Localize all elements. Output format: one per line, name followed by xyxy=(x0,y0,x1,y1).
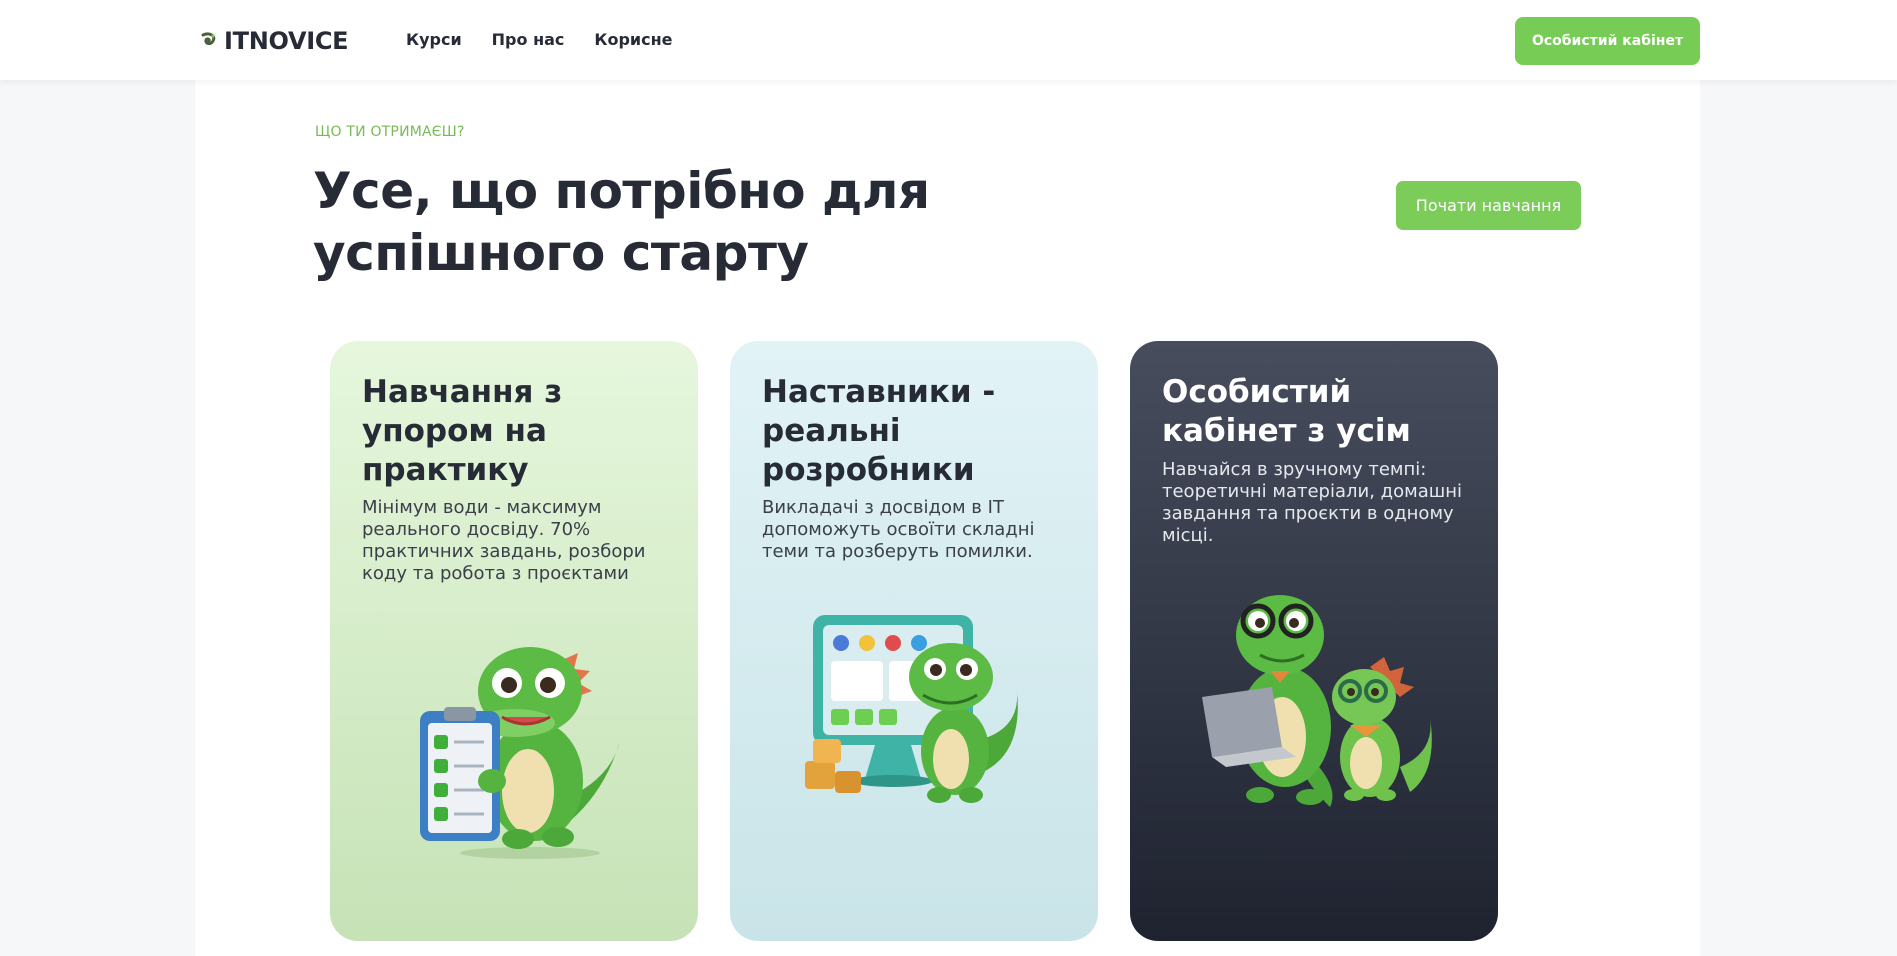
nav-item-courses[interactable]: Курси xyxy=(406,28,462,52)
dino-checklist-icon xyxy=(420,647,620,859)
nav-item-useful[interactable]: Корисне xyxy=(594,28,672,52)
section-eyebrow: ЩО ТИ ОТРИМАЄШ? xyxy=(315,124,465,140)
section-title: Усе, що потрібно для успішного старту xyxy=(313,160,1073,284)
card-text: Викладачі з досвідом в IT допоможуть осв… xyxy=(762,497,1035,562)
start-learning-button[interactable]: Почати навчання xyxy=(1396,181,1581,230)
personal-cabinet-button[interactable]: Особистий кабінет xyxy=(1515,17,1700,65)
dino-laptop-icon xyxy=(1202,595,1432,807)
section-title-line1: Усе, що потрібно для xyxy=(313,162,930,220)
site-header: ITNOVICE Курси Про нас Корисне Особистий… xyxy=(0,0,1897,80)
feature-card-cabinet: Особистий кабінет з усім Навчайся в зруч… xyxy=(1130,341,1498,941)
card-text: Навчайся в зручному темпі: теоретичні ма… xyxy=(1162,459,1462,546)
logo-text: ITNOVICE xyxy=(224,27,349,55)
card-text: Мінімум води - максимум реального досвід… xyxy=(362,497,646,584)
card-title: Особистий кабінет з усім xyxy=(1162,374,1411,449)
nav-item-about[interactable]: Про нас xyxy=(492,28,565,52)
logo-icon xyxy=(201,32,216,45)
feature-card-practice: Навчання з упором на практику Мінімум во… xyxy=(330,341,698,941)
features-section: ЩО ТИ ОТРИМАЄШ? Усе, що потрібно для усп… xyxy=(195,80,1700,956)
section-title-line2: успішного старту xyxy=(313,224,809,282)
logo[interactable]: ITNOVICE xyxy=(200,26,349,56)
card-title: Навчання з упором на практику xyxy=(362,374,563,488)
feature-card-mentors: Наставники - реальні розробники Викладач… xyxy=(730,341,1098,941)
card-title: Наставники - реальні розробники xyxy=(762,374,996,488)
dino-computer-icon xyxy=(805,615,1018,803)
main-nav: Курси Про нас Корисне xyxy=(406,28,673,52)
